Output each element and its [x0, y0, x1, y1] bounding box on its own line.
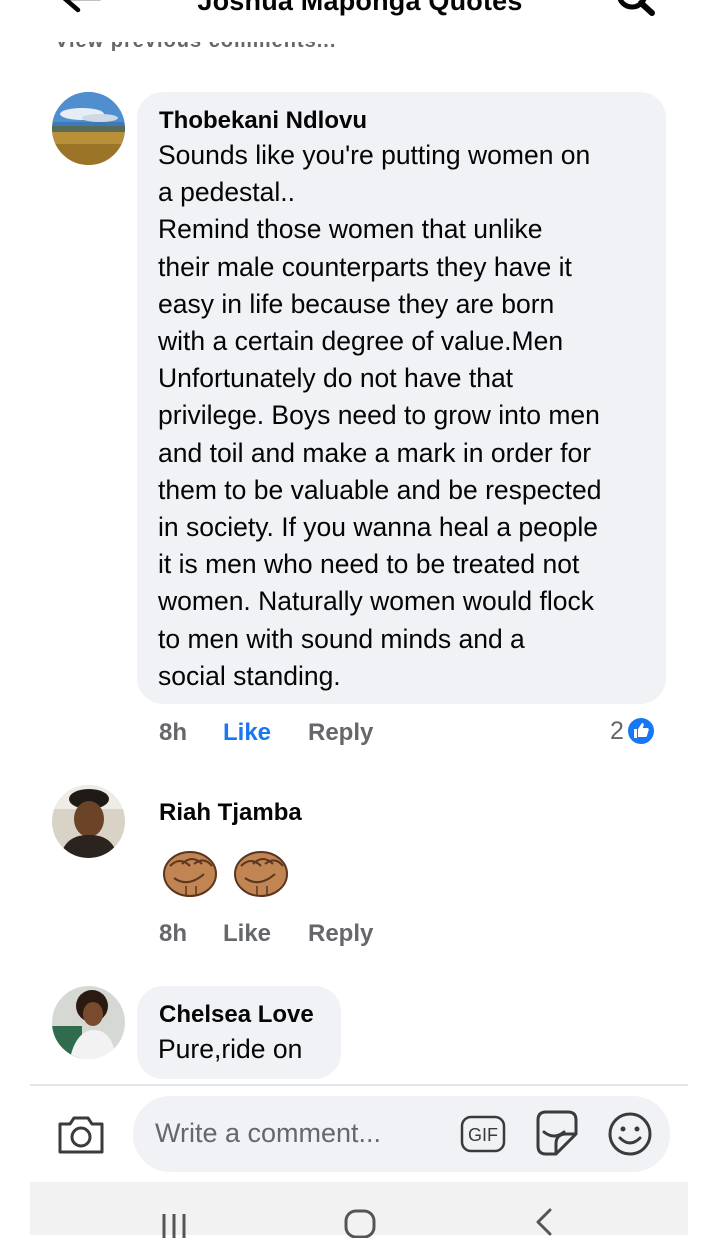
- comment-time: 8h: [159, 920, 188, 947]
- comment-text: Pure,ride on: [158, 1034, 303, 1064]
- landscape-avatar-image: [52, 92, 125, 165]
- smiley-icon[interactable]: [606, 1110, 654, 1158]
- view-previous-comments-link[interactable]: View previous comments...: [55, 42, 336, 60]
- comment-bubble[interactable]: Chelsea Love Pure,ride on: [137, 986, 341, 1079]
- comment-time: 8h: [159, 719, 188, 746]
- search-icon[interactable]: [614, 0, 658, 26]
- person-avatar-image: [52, 785, 125, 858]
- person-avatar-image: [52, 986, 125, 1059]
- reaction-count: 2: [610, 716, 624, 745]
- thumbs-up-icon: [625, 716, 656, 746]
- raised-fist-icon: [234, 851, 288, 897]
- comment-text: Sounds like you're putting women on a pe…: [158, 140, 602, 691]
- reply-button[interactable]: Reply: [308, 719, 373, 747]
- comment-author[interactable]: Thobekani Ndlovu: [159, 106, 367, 136]
- comment-bubble[interactable]: Thobekani Ndlovu Sounds like you're putt…: [137, 92, 666, 704]
- system-back-icon[interactable]: [530, 1206, 556, 1236]
- like-button[interactable]: Like: [223, 920, 271, 948]
- page-header: Joshua Maponga Quotes: [0, 0, 720, 40]
- gif-label: GIF: [468, 1125, 498, 1145]
- raised-fist-icon: [163, 851, 217, 897]
- reply-button[interactable]: Reply: [308, 920, 373, 948]
- avatar[interactable]: [52, 92, 125, 165]
- comment-author[interactable]: Chelsea Love: [159, 1000, 314, 1030]
- comment-author[interactable]: Riah Tjamba: [159, 798, 302, 828]
- home-icon[interactable]: [343, 1208, 377, 1238]
- sticker-icon[interactable]: [532, 1110, 582, 1158]
- camera-icon[interactable]: [56, 1112, 106, 1156]
- avatar[interactable]: [52, 986, 125, 1059]
- avatar[interactable]: [52, 785, 125, 858]
- page-title: Joshua Maponga Quotes: [197, 0, 523, 16]
- comment-placeholder: Write a comment...: [155, 1118, 382, 1148]
- reaction-summary[interactable]: 2: [610, 714, 656, 748]
- recent-apps-icon[interactable]: [160, 1210, 190, 1240]
- like-button[interactable]: Like: [223, 719, 271, 747]
- gif-icon[interactable]: GIF: [460, 1114, 506, 1154]
